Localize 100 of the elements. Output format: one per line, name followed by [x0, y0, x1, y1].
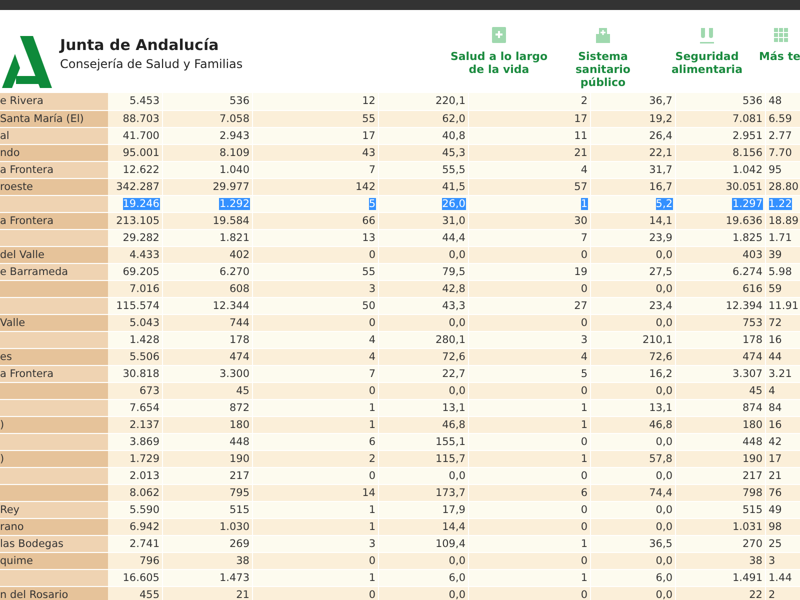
municipality-name: a Frontera: [0, 164, 54, 176]
building-icon: [594, 26, 612, 44]
table-cell: 4: [580, 164, 588, 176]
table-cell: 49: [768, 504, 782, 516]
table-cell: 38: [236, 554, 250, 566]
table-cell: 872: [229, 402, 250, 414]
table-cell: 44,4: [442, 232, 466, 244]
table-cell: 1: [580, 402, 588, 414]
table-cell: 220,1: [435, 95, 466, 108]
table-cell: 3: [368, 282, 376, 294]
grid-icon: [772, 26, 790, 44]
table-cell: 19: [574, 266, 588, 278]
table-cell: 43: [362, 146, 376, 158]
table-cell: 8.156: [732, 146, 762, 158]
table-cell: 0: [580, 588, 588, 600]
table-cell: 474: [742, 350, 762, 362]
table-cell: 21: [768, 470, 782, 482]
table-cell: 11: [574, 130, 588, 142]
table-cell: 217: [229, 470, 250, 482]
table-cell: 5: [368, 198, 376, 210]
municipality-name: e Rivera: [0, 95, 44, 108]
table-cell: 0,0: [656, 554, 672, 566]
table-cell: 180: [742, 418, 762, 430]
nav-link[interactable]: Sistema sanitario público: [551, 26, 655, 89]
table-cell: 5.590: [129, 504, 160, 516]
table-cell: 796: [139, 554, 160, 566]
table-cell: 1.71: [768, 232, 792, 244]
municipality-name: del Valle: [0, 248, 44, 260]
table-cell: 19.246: [122, 198, 160, 210]
table-cell: 4: [368, 334, 376, 346]
table-cell: 55: [362, 266, 376, 278]
table-cell: 0,0: [656, 520, 672, 532]
table-cell: 14: [362, 486, 376, 498]
table-cell: 59: [768, 282, 782, 294]
table-cell: 3.21: [768, 368, 792, 380]
table-cell: 46,8: [442, 418, 466, 430]
table-cell: 753: [742, 316, 762, 328]
municipality-name: quime: [0, 554, 33, 566]
table-cell: 72,6: [442, 350, 466, 362]
table-cell: 0: [368, 384, 376, 396]
table-cell: 3.300: [219, 368, 250, 380]
table-cell: 2: [580, 95, 588, 108]
table-cell: 1.030: [219, 520, 250, 532]
nav-link[interactable]: Seguridad alimentaria: [655, 26, 759, 76]
table-cell: 0,0: [656, 588, 672, 600]
table-cell: 21: [574, 146, 588, 158]
table-cell: 173,7: [435, 486, 466, 498]
table-cell: 1: [368, 572, 376, 584]
table-cell: 46,8: [649, 418, 672, 430]
table-cell: 22,1: [649, 146, 672, 158]
table-cell: 17: [768, 452, 782, 464]
table-cell: 0,0: [656, 470, 672, 482]
nav-link[interactable]: Salud a lo largo de la vida: [447, 26, 551, 76]
table-cell: 18.89: [768, 214, 799, 226]
table-cell: 1: [580, 538, 588, 550]
table-cell: 455: [139, 588, 160, 600]
table-cell: 0: [368, 588, 376, 600]
table-cell: 79,5: [442, 266, 466, 278]
table-cell: 536: [742, 95, 762, 108]
table-cell: 0: [580, 282, 588, 294]
table-cell: 72: [768, 316, 782, 328]
table-cell: 16,2: [649, 368, 672, 380]
table-cell: 795: [229, 486, 250, 498]
table-cell: 0: [580, 520, 588, 532]
table-cell: 1: [580, 418, 588, 430]
municipality-name: roeste: [0, 180, 34, 192]
table-cell: 0,0: [656, 504, 672, 516]
table-cell: 0,0: [656, 282, 672, 294]
table-cell: 402: [229, 248, 250, 260]
table-cell: 0: [580, 384, 588, 396]
table-cell: 270: [742, 538, 762, 550]
table-cell: 13,1: [442, 402, 466, 414]
table-cell: 1: [368, 402, 376, 414]
nav-link[interactable]: Más te: [759, 26, 800, 63]
table-cell: 7: [368, 368, 376, 380]
table-cell: 515: [229, 504, 250, 516]
table-cell: 7: [368, 164, 376, 176]
table-cell: 6.274: [732, 266, 762, 278]
table-cell: 36,5: [649, 538, 672, 550]
municipality-name: Rey: [0, 504, 20, 516]
table-cell: 28.80: [768, 180, 799, 192]
table-cell: 36,7: [649, 95, 672, 108]
table-cell: 1.042: [732, 164, 762, 176]
table-cell: 2.137: [129, 418, 160, 430]
table-cell: 16: [768, 418, 782, 430]
table-cell: 38: [749, 554, 762, 566]
table-cell: 1.729: [129, 452, 160, 464]
municipality-name: a Frontera: [0, 368, 54, 380]
table-cell: 62,0: [442, 112, 466, 124]
table-cell: 5.98: [768, 266, 792, 278]
table-cell: 30: [574, 214, 588, 226]
table-cell: 213.105: [116, 214, 160, 226]
table-cell: 7.654: [129, 402, 160, 414]
table-cell: 13: [362, 232, 376, 244]
municipality-name: Valle: [0, 316, 26, 328]
table-cell: 115,7: [435, 452, 466, 464]
table-cell: 17: [362, 130, 376, 142]
table-cell: 1: [580, 572, 588, 584]
table-cell: 3.307: [732, 368, 762, 380]
table-cell: 115.574: [116, 300, 160, 312]
